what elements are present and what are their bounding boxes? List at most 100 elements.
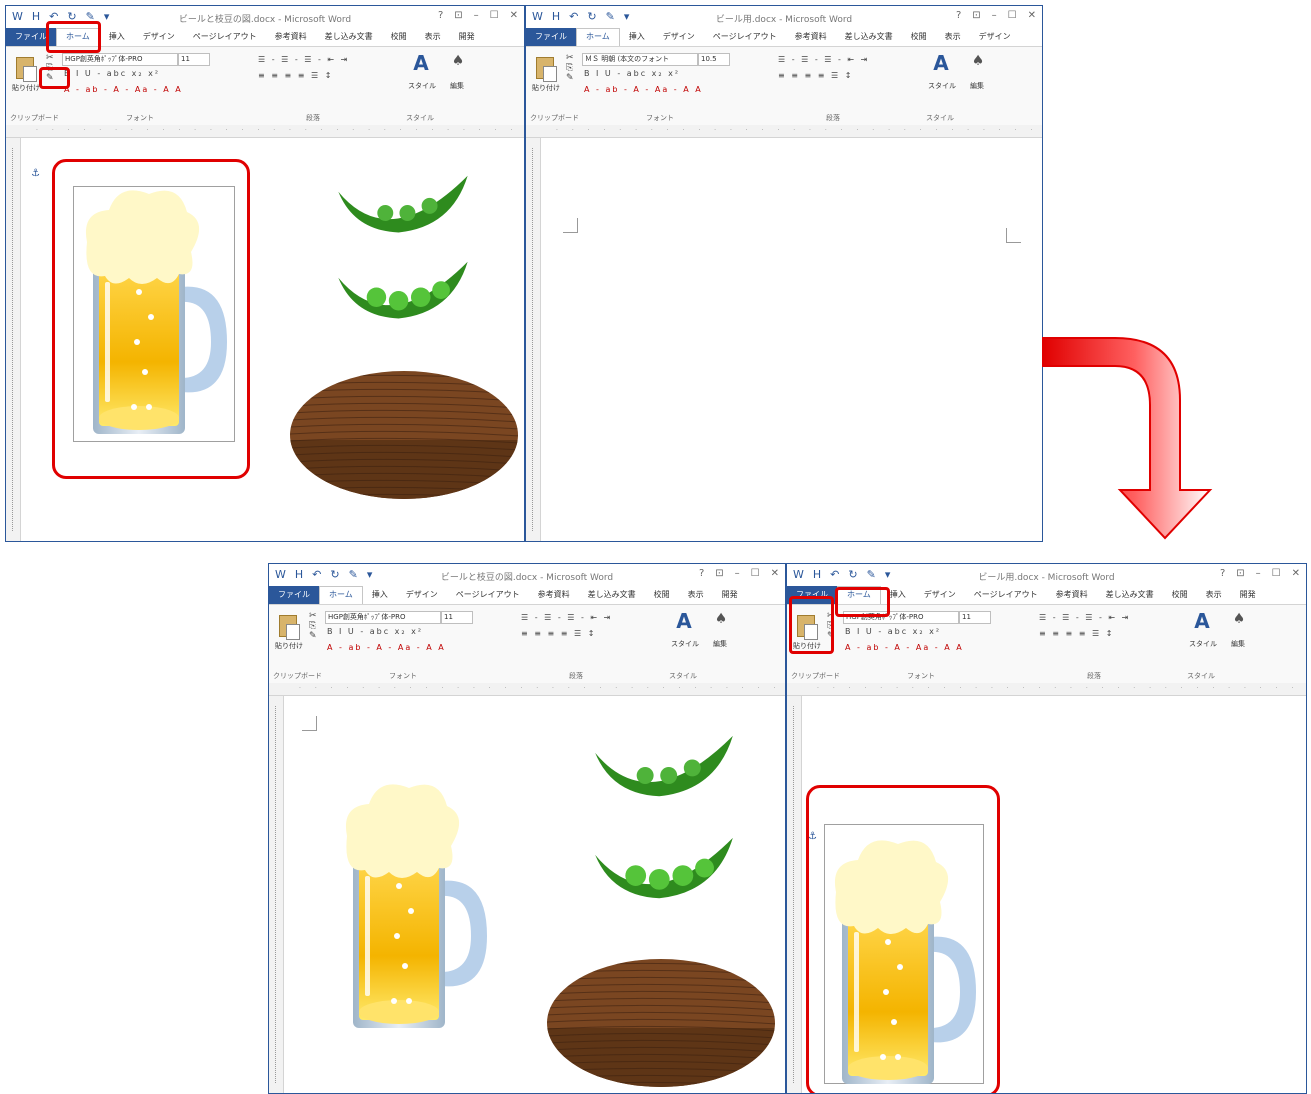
- font-color-buttons[interactable]: A - ab - A - Aa - A A: [327, 643, 446, 652]
- ribbon-tab[interactable]: 差し込み文書: [316, 28, 382, 46]
- align-buttons[interactable]: ≡ ≡ ≡ ≡ ☰ ↕: [521, 629, 596, 638]
- styles-icon[interactable]: A: [926, 51, 956, 75]
- window-control-icon[interactable]: ?: [1220, 568, 1225, 579]
- ribbon-tab[interactable]: デザイン: [134, 28, 184, 46]
- window-control-icon[interactable]: –: [992, 10, 997, 21]
- list-buttons[interactable]: ☰ - ☰ - ☰ - ⇤ ⇥: [1039, 613, 1130, 622]
- window-control-icon[interactable]: –: [474, 10, 479, 21]
- align-buttons[interactable]: ≡ ≡ ≡ ≡ ☰ ↕: [1039, 629, 1114, 638]
- cut-copy-icons[interactable]: ✂ ⎘ ✎: [566, 53, 576, 83]
- ribbon-tab[interactable]: デザイン: [915, 586, 965, 604]
- font-name-box[interactable]: HGP創英角ﾎﾟｯﾌﾟ体-PRO: [325, 611, 441, 624]
- edamame-beans-image[interactable]: [333, 260, 473, 322]
- ribbon-tab[interactable]: 開発: [1231, 586, 1265, 604]
- cut-copy-icons[interactable]: ✂ ⎘ ✎: [309, 611, 319, 641]
- font-format-buttons[interactable]: B I U - abc x₂ x²: [64, 69, 160, 78]
- title-bar[interactable]: W H ↶ ↻ ✎ ▾ ビール用.docx - Microsoft Word? ⊡ – ☐ ✕: [787, 564, 1306, 586]
- edamame-beans-image[interactable]: [589, 836, 739, 902]
- paste-button[interactable]: 貼り付け: [12, 53, 40, 97]
- tab-file[interactable]: ファイル: [526, 28, 576, 46]
- styles-icon[interactable]: A: [406, 51, 436, 75]
- word-window-target-after[interactable]: W H ↶ ↻ ✎ ▾ ビール用.docx - Microsoft Word? ⊡ – ☐ ✕ ファイ…: [786, 563, 1307, 1094]
- edamame-pod-image[interactable]: [589, 734, 739, 800]
- edit-label[interactable]: 編集: [450, 81, 464, 91]
- ribbon-tab[interactable]: デザイン: [970, 28, 1020, 46]
- edit-label[interactable]: 編集: [970, 81, 984, 91]
- window-control-icon[interactable]: ✕: [771, 568, 779, 579]
- title-bar[interactable]: W H ↶ ↻ ✎ ▾ ビールと枝豆の図.docx - Microsoft Word? ⊡ – ☐…: [6, 6, 524, 28]
- align-buttons[interactable]: ≡ ≡ ≡ ≡ ☰ ↕: [258, 71, 333, 80]
- word-window-source-after[interactable]: W H ↶ ↻ ✎ ▾ ビールと枝豆の図.docx - Microsoft Word? ⊡ – ☐…: [268, 563, 786, 1094]
- ribbon-tab[interactable]: 挿入: [363, 586, 397, 604]
- window-control-icon[interactable]: ✕: [1028, 10, 1036, 21]
- tab-file[interactable]: ファイル: [269, 586, 319, 604]
- window-control-icon[interactable]: ✕: [1292, 568, 1300, 579]
- ribbon-tab[interactable]: 表示: [416, 28, 450, 46]
- list-buttons[interactable]: ☰ - ☰ - ☰ - ⇤ ⇥: [521, 613, 612, 622]
- font-name-box[interactable]: HGP創英角ﾎﾟｯﾌﾟ体-PRO: [843, 611, 959, 624]
- beer-mug-image[interactable]: [828, 832, 978, 1092]
- paste-button[interactable]: 貼り付け: [275, 611, 303, 655]
- ribbon-tab[interactable]: 表示: [936, 28, 970, 46]
- font-color-buttons[interactable]: A - ab - A - Aa - A A: [64, 85, 183, 94]
- tab-file[interactable]: ファイル: [787, 586, 837, 604]
- document-canvas[interactable]: ⚓: [802, 696, 1306, 1093]
- styles-label[interactable]: スタイル: [928, 81, 956, 91]
- font-format-buttons[interactable]: B I U - abc x₂ x²: [845, 627, 941, 636]
- styles-label[interactable]: スタイル: [1189, 639, 1217, 649]
- font-format-buttons[interactable]: B I U - abc x₂ x²: [327, 627, 423, 636]
- ribbon-tab[interactable]: デザイン: [397, 586, 447, 604]
- ribbon-tab[interactable]: 校閲: [902, 28, 936, 46]
- ribbon-tab[interactable]: 校閲: [645, 586, 679, 604]
- window-control-icon[interactable]: ⊡: [454, 10, 462, 21]
- cut-copy-icons[interactable]: ✂ ⎘ ✎: [46, 53, 56, 83]
- ribbon-tab[interactable]: 校閲: [1163, 586, 1197, 604]
- window-control-icon[interactable]: ☐: [1272, 568, 1281, 579]
- ribbon-tabs[interactable]: ファイル ホーム 挿入 デザイン ページレイアウト 参考資料 差し込み文書 校閲 表示 開発: [6, 28, 524, 46]
- beer-mug-image[interactable]: [79, 182, 229, 442]
- tab-file[interactable]: ファイル: [6, 28, 56, 46]
- window-control-icon[interactable]: ?: [956, 10, 961, 21]
- ribbon-tab[interactable]: 挿入: [620, 28, 654, 46]
- window-controls[interactable]: ? ⊡ – ☐ ✕: [699, 568, 779, 579]
- title-bar[interactable]: W H ↶ ↻ ✎ ▾ ビール用.docx - Microsoft Word? ⊡ – ☐ ✕: [526, 6, 1042, 28]
- ribbon-tabs[interactable]: ファイル ホーム 挿入 デザイン ページレイアウト 参考資料 差し込み文書 校閲 表示 開発: [787, 586, 1306, 604]
- styles-icon[interactable]: A: [669, 609, 699, 633]
- edit-icon[interactable]: ♠: [443, 53, 473, 69]
- window-control-icon[interactable]: ?: [438, 10, 443, 21]
- edit-icon[interactable]: ♠: [1224, 611, 1254, 627]
- title-bar[interactable]: W H ↶ ↻ ✎ ▾ ビールと枝豆の図.docx - Microsoft Word? ⊡ – ☐…: [269, 564, 785, 586]
- font-color-buttons[interactable]: A - ab - A - Aa - A A: [845, 643, 964, 652]
- ribbon-tab[interactable]: 表示: [1197, 586, 1231, 604]
- cut-copy-icons[interactable]: ✂ ⎘ ✎: [827, 611, 837, 641]
- window-control-icon[interactable]: ⊡: [1236, 568, 1244, 579]
- font-size-box[interactable]: 11: [441, 611, 473, 624]
- align-buttons[interactable]: ≡ ≡ ≡ ≡ ☰ ↕: [778, 71, 853, 80]
- edit-label[interactable]: 編集: [713, 639, 727, 649]
- window-control-icon[interactable]: ☐: [1008, 10, 1017, 21]
- paste-button[interactable]: 貼り付け: [532, 53, 560, 97]
- tab-home[interactable]: ホーム: [837, 586, 881, 604]
- edamame-pod-image[interactable]: [333, 174, 473, 236]
- ribbon-tab[interactable]: 開発: [450, 28, 484, 46]
- ribbon-tabs[interactable]: ファイル ホーム 挿入 デザイン ページレイアウト 参考資料 差し込み文書 校閲 表示 開発: [269, 586, 785, 604]
- font-color-buttons[interactable]: A - ab - A - Aa - A A: [584, 85, 703, 94]
- tab-home[interactable]: ホーム: [56, 28, 100, 46]
- paste-button[interactable]: 貼り付け: [793, 611, 821, 655]
- font-size-box[interactable]: 11: [178, 53, 210, 66]
- ribbon-tab[interactable]: 挿入: [881, 586, 915, 604]
- word-window-target[interactable]: W H ↶ ↻ ✎ ▾ ビール用.docx - Microsoft Word? ⊡ – ☐ ✕ ファイ…: [525, 5, 1043, 542]
- edit-icon[interactable]: ♠: [963, 53, 993, 69]
- window-control-icon[interactable]: ✕: [510, 10, 518, 21]
- window-control-icon[interactable]: ☐: [751, 568, 760, 579]
- ribbon-tab[interactable]: 参考資料: [1047, 586, 1097, 604]
- ribbon-tab[interactable]: ページレイアウト: [965, 586, 1047, 604]
- font-name-box[interactable]: HGP創英角ﾎﾟｯﾌﾟ体-PRO: [62, 53, 178, 66]
- word-window-source[interactable]: W H ↶ ↻ ✎ ▾ ビールと枝豆の図.docx - Microsoft Word? ⊡ – ☐…: [5, 5, 525, 542]
- window-control-icon[interactable]: –: [735, 568, 740, 579]
- window-control-icon[interactable]: ⊡: [715, 568, 723, 579]
- window-control-icon[interactable]: ☐: [490, 10, 499, 21]
- ribbon-tab[interactable]: デザイン: [654, 28, 704, 46]
- font-format-buttons[interactable]: B I U - abc x₂ x²: [584, 69, 680, 78]
- window-controls[interactable]: ? ⊡ – ☐ ✕: [438, 10, 518, 21]
